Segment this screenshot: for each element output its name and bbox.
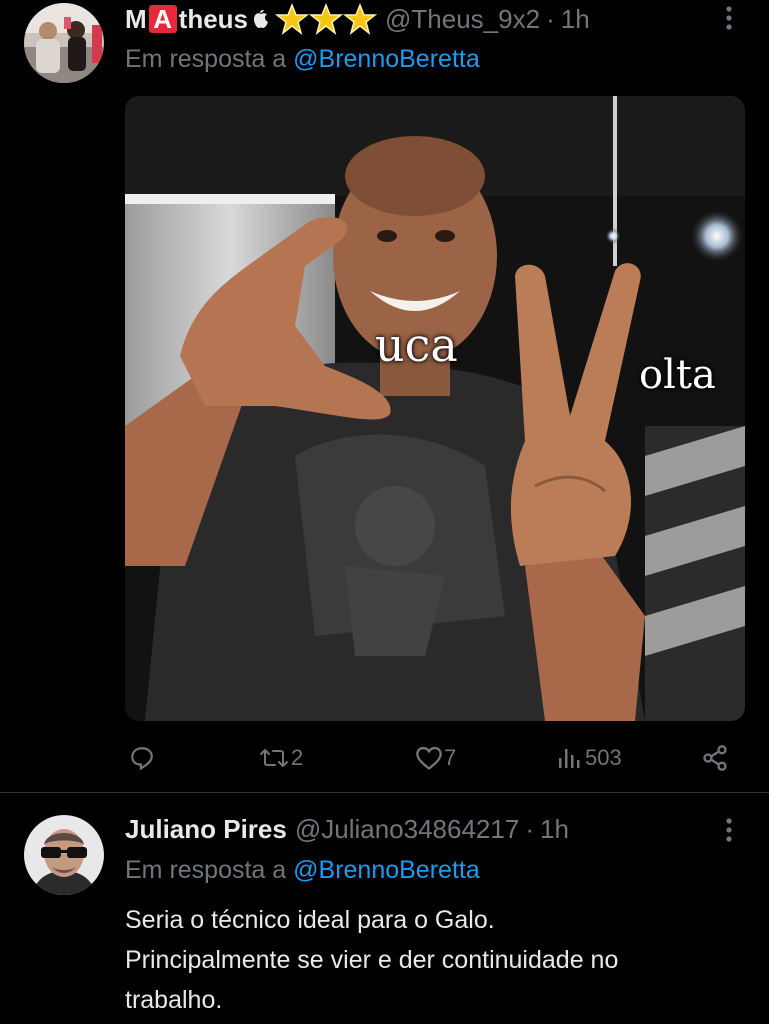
- like-icon: [416, 746, 442, 770]
- tweet-text: Seria o técnico ideal para o Galo. Princ…: [125, 900, 745, 1020]
- tweet-header: M Atheus @Theus_9x2 · 1h: [125, 2, 590, 36]
- separator: ·: [525, 814, 534, 844]
- view-count: 503: [585, 745, 622, 770]
- display-name[interactable]: M Atheus: [125, 2, 248, 36]
- glowing-star-icon: [343, 3, 378, 35]
- more-options-icon[interactable]: [714, 3, 744, 33]
- separator: ·: [546, 4, 555, 34]
- views-button[interactable]: 503: [557, 740, 622, 776]
- reply-button[interactable]: [129, 740, 161, 776]
- handle[interactable]: @Juliano34864217: [295, 812, 519, 846]
- handle[interactable]: @Theus_9x2: [385, 2, 540, 36]
- glowing-star-icon: [275, 3, 310, 35]
- letter-badge: A: [148, 5, 177, 33]
- glowing-star-icon: [309, 3, 344, 35]
- tweet-image[interactable]: uca olta: [125, 96, 745, 721]
- retweet-button[interactable]: 2: [259, 740, 303, 776]
- image-overlay-text: uca: [375, 318, 458, 372]
- reply-prefix: Em resposta a: [125, 856, 287, 884]
- like-button[interactable]: 7: [415, 740, 456, 776]
- reply-mention[interactable]: @BrennoBeretta: [293, 45, 480, 73]
- tweet[interactable]: Juliano Pires @Juliano34864217 · 1h Em r…: [0, 793, 769, 1024]
- share-button[interactable]: [701, 740, 729, 776]
- tweet-text-line: Seria o técnico ideal para o Galo.: [125, 906, 495, 934]
- avatar[interactable]: [24, 815, 104, 895]
- reply-prefix: Em resposta a: [125, 45, 287, 73]
- more-options-icon[interactable]: [714, 815, 744, 845]
- display-name-part: M: [125, 4, 147, 34]
- apple-icon: [253, 9, 269, 29]
- share-icon: [703, 745, 727, 771]
- image-overlay-text: olta: [639, 352, 716, 398]
- action-bar: 2 7 503: [125, 740, 745, 776]
- reply-context: Em resposta a @BrennoBeretta: [125, 853, 480, 887]
- retweet-icon: [260, 749, 288, 767]
- avatar[interactable]: [24, 3, 104, 83]
- timestamp[interactable]: 1h: [540, 812, 569, 846]
- tweet[interactable]: M Atheus @Theus_9x2 · 1h Em resposta a @…: [0, 0, 769, 792]
- tweet-text-line: trabalho.: [125, 986, 223, 1014]
- reply-mention[interactable]: @BrennoBeretta: [293, 856, 480, 884]
- reply-context: Em resposta a @BrennoBeretta: [125, 42, 480, 76]
- reply-icon: [131, 747, 153, 771]
- timestamp[interactable]: 1h: [561, 2, 590, 36]
- like-count: 7: [444, 745, 457, 770]
- display-name[interactable]: Juliano Pires: [125, 812, 287, 846]
- views-icon: [559, 749, 580, 768]
- tweet-text-line: Principalmente se vier e der continuidad…: [125, 946, 619, 974]
- tweet-header: Juliano Pires @Juliano34864217 · 1h: [125, 812, 569, 846]
- retweet-count: 2: [291, 745, 304, 770]
- display-name-part: theus: [178, 4, 249, 34]
